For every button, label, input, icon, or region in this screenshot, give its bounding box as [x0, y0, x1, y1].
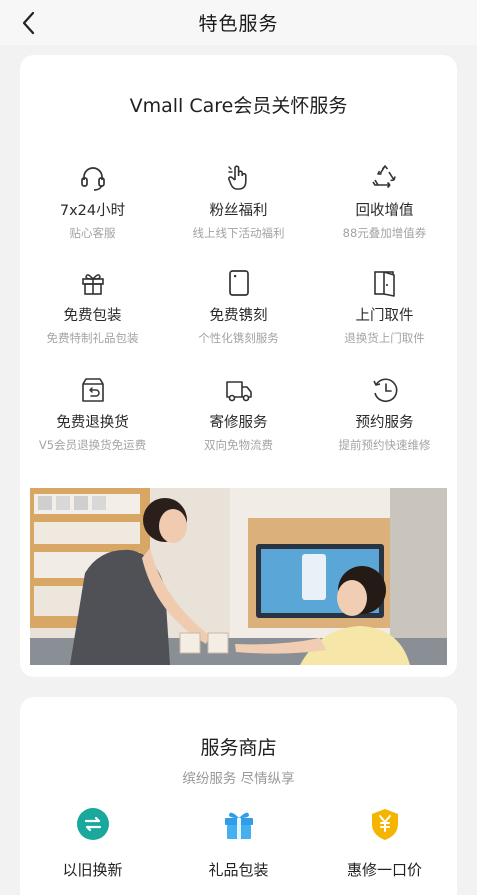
- service-title: 预约服务: [355, 415, 414, 431]
- service-title: 免费退换货: [56, 415, 129, 431]
- service-subtitle: V5会员退换货免运费: [38, 438, 147, 452]
- service-promo-photo: [30, 488, 447, 665]
- top-bar: 特色服务: [0, 0, 477, 45]
- store-item-fixed-price-repair[interactable]: 惠修一口价: [312, 807, 457, 880]
- service-customer-care[interactable]: 7x24小时 贴心客服: [20, 163, 165, 241]
- care-title: Vmall Care会员关怀服务: [129, 95, 348, 117]
- store-item-label: 礼品包装: [208, 861, 269, 879]
- vmall-care-card: Vmall Care会员关怀服务 7x24小时 贴心客服 粉丝福利 线上线下活动…: [20, 55, 457, 677]
- trade-in-icon: [76, 808, 109, 840]
- service-subtitle: 双向免物流费: [204, 438, 273, 452]
- service-gift-wrap[interactable]: 免费包装 免费特制礼品包装: [20, 268, 165, 346]
- service-store-card: 服务商店 缤纷服务 尽情纵享 以旧换新 礼品包装 惠修一口价: [20, 697, 457, 895]
- clock-history-icon: [372, 378, 397, 402]
- engrave-card-icon: [228, 270, 249, 296]
- service-title: 免费镌刻: [209, 308, 268, 324]
- gift-box-icon: [224, 812, 253, 839]
- chevron-left-icon: [22, 11, 35, 35]
- service-subtitle: 线上线下活动福利: [192, 226, 285, 240]
- store-item-label: 以旧换新: [62, 861, 123, 879]
- store-item-gift-wrap[interactable]: 礼品包装: [166, 807, 311, 880]
- door-icon: [373, 271, 395, 297]
- service-title: 寄修服务: [209, 415, 268, 431]
- page-title: 特色服务: [198, 13, 279, 35]
- headset-icon: [80, 167, 105, 191]
- gift-icon: [81, 274, 104, 295]
- store-item-trade-in[interactable]: 以旧换新: [20, 807, 165, 880]
- shield-yuan-icon: [371, 809, 398, 840]
- service-subtitle: 88元叠加增值券: [342, 226, 427, 240]
- service-free-return[interactable]: 免费退换货 V5会员退换货免运费: [20, 375, 165, 453]
- service-title: 7x24小时: [59, 203, 126, 219]
- service-subtitle: 贴心客服: [69, 226, 116, 240]
- store-item-label: 惠修一口价: [346, 861, 422, 879]
- store-title: 服务商店: [200, 737, 277, 759]
- service-subtitle: 免费特制礼品包装: [46, 331, 139, 345]
- recycle-icon: [371, 165, 396, 189]
- delivery-truck-icon: [225, 381, 252, 402]
- store-subtitle: 缤纷服务 尽情纵享: [182, 771, 295, 787]
- service-fan-benefits[interactable]: 粉丝福利 线上线下活动福利: [166, 163, 311, 241]
- store-scene-illustration: [30, 488, 447, 665]
- service-mail-repair[interactable]: 寄修服务 双向免物流费: [166, 375, 311, 453]
- return-box-icon: [81, 378, 104, 402]
- service-title: 上门取件: [355, 308, 414, 324]
- service-title: 粉丝福利: [209, 203, 268, 219]
- service-subtitle: 个性化镌刻服务: [198, 331, 279, 345]
- service-appointment[interactable]: 预约服务 提前预约快速维修: [312, 375, 457, 453]
- service-recycle[interactable]: 回收增值 88元叠加增值券: [312, 163, 457, 241]
- service-pickup[interactable]: 上门取件 退换货上门取件: [312, 268, 457, 346]
- service-subtitle: 退换货上门取件: [344, 331, 425, 345]
- back-button[interactable]: [14, 8, 44, 38]
- service-title: 回收增值: [355, 203, 414, 219]
- service-engraving[interactable]: 免费镌刻 个性化镌刻服务: [166, 268, 311, 346]
- service-subtitle: 提前预约快速维修: [338, 438, 431, 452]
- service-title: 免费包装: [63, 308, 122, 324]
- hand-gesture-icon: [227, 165, 247, 190]
